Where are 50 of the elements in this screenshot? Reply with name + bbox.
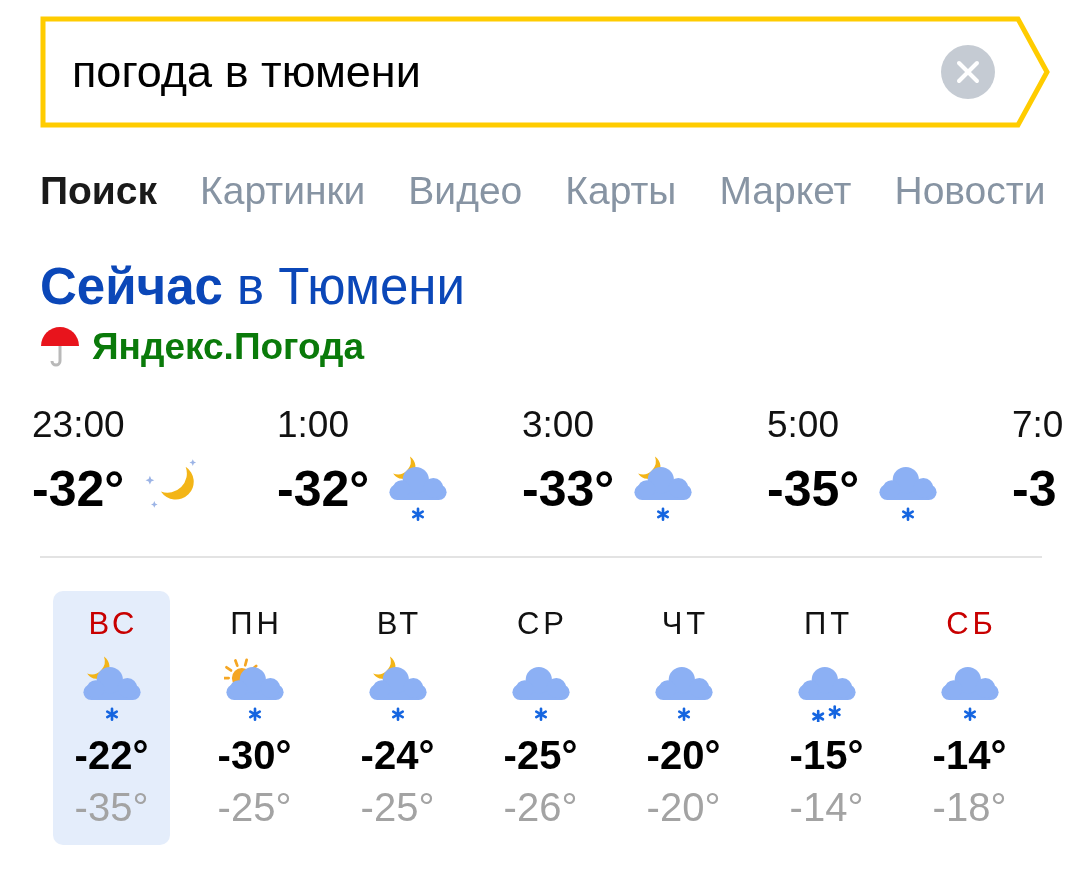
hour-time: 5:00	[767, 405, 840, 445]
hour-temperature: -32°	[277, 461, 370, 517]
day-name: ПН	[229, 606, 283, 642]
day-name: СР	[515, 606, 569, 642]
day-name: ПТ	[802, 606, 854, 642]
min-temperature: -35°	[74, 787, 149, 827]
day-name: СБ	[945, 606, 997, 642]
max-temperature: -25°	[503, 735, 578, 775]
day-card[interactable]: СБ -14° -18°	[911, 591, 1028, 845]
max-temperature: -24°	[360, 735, 435, 775]
max-temperature: -22°	[74, 735, 149, 775]
max-temperature: -20°	[646, 735, 721, 775]
hour-temperature: -33°	[522, 461, 615, 517]
umbrella-icon	[40, 326, 80, 368]
day-card[interactable]: ВС -22° -35°	[53, 591, 170, 845]
day-card[interactable]: ПН -30° -25°	[196, 591, 313, 845]
day-card[interactable]: ЧТ -20° -20°	[625, 591, 742, 845]
moon-cloud-snow-icon	[366, 656, 429, 722]
day-name: ВС	[87, 606, 139, 642]
hour-temperature: -32°	[32, 461, 125, 517]
moon-cloud-snow-icon	[80, 656, 143, 722]
clear-button[interactable]	[941, 45, 995, 99]
close-icon	[956, 60, 980, 84]
min-temperature: -25°	[360, 787, 435, 827]
max-temperature: -15°	[789, 735, 864, 775]
max-temperature: -14°	[932, 735, 1007, 775]
weather-title-link[interactable]: Сейчас в Тюмени	[40, 258, 465, 316]
hour-temperature: -35°	[767, 461, 860, 517]
moon-cloud-snow-icon	[387, 456, 450, 522]
sun-cloud-snow-icon	[223, 656, 286, 722]
min-temperature: -18°	[932, 787, 1007, 827]
day-name: ЧТ	[660, 606, 710, 642]
day-card[interactable]: СР -25° -26°	[482, 591, 599, 845]
source-link[interactable]: Яндекс.Погода	[92, 326, 365, 368]
search-tab[interactable]: Поиск	[40, 168, 158, 214]
moon-cloud-snow-icon	[632, 456, 695, 522]
search-field[interactable]: погода в тюмени	[40, 16, 1052, 128]
day-card[interactable]: ВТ -24° -25°	[339, 591, 456, 845]
hour-temperature: -3	[1012, 461, 1057, 517]
min-temperature: -25°	[217, 787, 292, 827]
day-name: ВТ	[375, 606, 423, 642]
min-temperature: -26°	[503, 787, 578, 827]
hour-time: 23:00	[32, 405, 126, 445]
hour-time: 7:0	[1012, 405, 1064, 445]
hour-time: 1:00	[277, 405, 350, 445]
min-temperature: -20°	[646, 787, 721, 827]
hour-time: 3:00	[522, 405, 595, 445]
min-temperature: -14°	[789, 787, 864, 827]
max-temperature: -30°	[217, 735, 292, 775]
day-card[interactable]: ПТ -15° -14°	[768, 591, 885, 845]
